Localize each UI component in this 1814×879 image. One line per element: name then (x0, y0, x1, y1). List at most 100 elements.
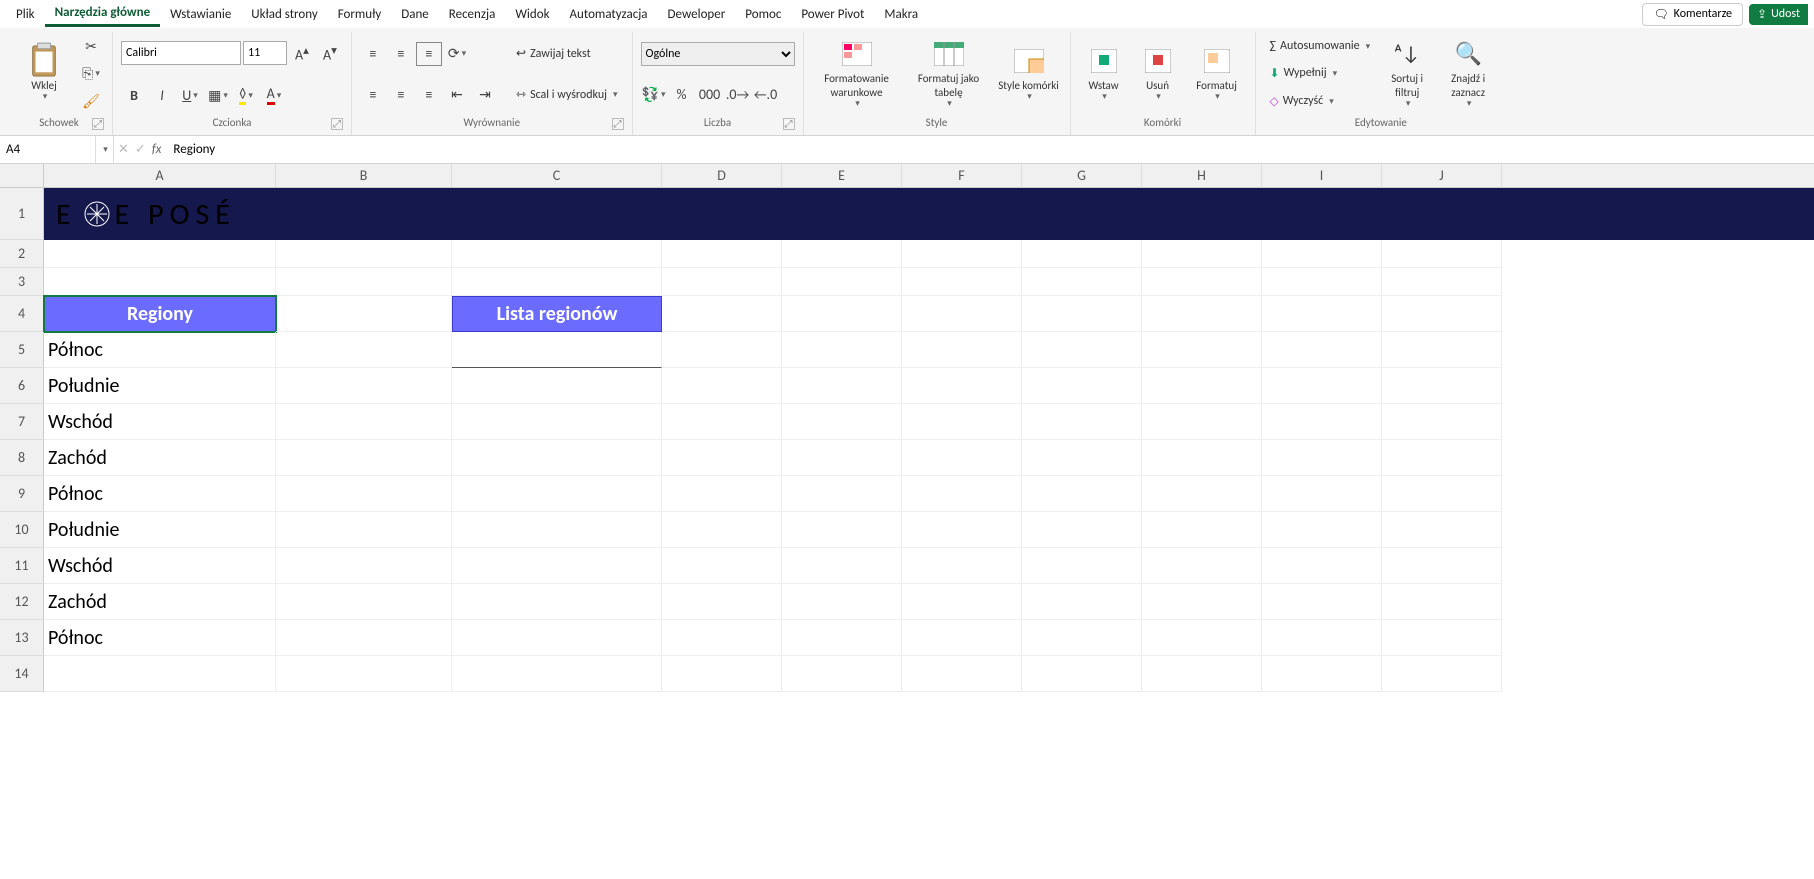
cell[interactable] (782, 440, 902, 476)
formula-input[interactable] (165, 136, 1814, 163)
row-header-4[interactable]: 4 (0, 296, 44, 332)
tab-dane[interactable]: Dane (391, 3, 439, 26)
cell[interactable] (662, 440, 782, 476)
row-header-7[interactable]: 7 (0, 404, 44, 440)
enter-formula-icon[interactable]: ✓ (135, 142, 146, 157)
align-right-button[interactable]: ≡ (416, 83, 442, 107)
cell[interactable] (902, 368, 1022, 404)
fill-button[interactable]: ⬇Wypełnij▾ (1264, 64, 1377, 83)
tab-wstawianie[interactable]: Wstawianie (160, 3, 241, 26)
cell[interactable] (276, 620, 452, 656)
comma-button[interactable]: 000 (697, 83, 723, 107)
cell[interactable] (452, 512, 662, 548)
percent-button[interactable]: % (669, 83, 695, 107)
currency-button[interactable]: 💱▾ (641, 83, 667, 107)
cell[interactable] (1382, 620, 1502, 656)
cell[interactable]: Zachód (44, 584, 276, 620)
tab-power-pivot[interactable]: Power Pivot (791, 3, 874, 26)
font-name-input[interactable] (121, 41, 241, 65)
cell[interactable] (902, 240, 1022, 268)
copy-button[interactable]: ⎘▾ (78, 62, 104, 86)
cell[interactable] (1382, 368, 1502, 404)
col-header-g[interactable]: G (1022, 164, 1142, 187)
cell[interactable] (1382, 548, 1502, 584)
tab-makra[interactable]: Makra (874, 3, 928, 26)
col-header-i[interactable]: I (1262, 164, 1382, 187)
cell[interactable] (782, 656, 902, 692)
cut-button[interactable]: ✂ (78, 35, 104, 59)
cancel-formula-icon[interactable]: ✕ (118, 142, 129, 157)
cell[interactable] (1022, 268, 1142, 296)
alignment-launcher[interactable]: ⤢ (612, 118, 624, 130)
cell[interactable] (276, 240, 452, 268)
cell[interactable] (1022, 404, 1142, 440)
cell[interactable] (276, 476, 452, 512)
cell[interactable] (1382, 512, 1502, 548)
cell[interactable] (662, 240, 782, 268)
cell[interactable] (782, 620, 902, 656)
align-left-button[interactable]: ≡ (360, 83, 386, 107)
cell[interactable] (1142, 584, 1262, 620)
cell[interactable] (782, 268, 902, 296)
decrease-decimal-button[interactable]: ←.0 (753, 83, 779, 107)
cell[interactable] (452, 240, 662, 268)
cell[interactable] (1142, 332, 1262, 368)
format-as-table-button[interactable]: Formatuj jako tabelę▾ (906, 34, 992, 113)
sort-filter-button[interactable]: ᴬ↓ Sortuj i filtruj▾ (1380, 34, 1434, 113)
cell[interactable] (782, 476, 902, 512)
cell[interactable] (276, 440, 452, 476)
italic-button[interactable]: I (149, 83, 175, 107)
cell[interactable]: Zachód (44, 440, 276, 476)
cell[interactable] (452, 584, 662, 620)
increase-indent-button[interactable]: ⇥ (472, 83, 498, 107)
row-header-11[interactable]: 11 (0, 548, 44, 584)
orientation-button[interactable]: ⟳▾ (444, 42, 470, 66)
row-header-2[interactable]: 2 (0, 240, 44, 268)
number-format-select[interactable]: Ogólne (641, 42, 795, 66)
name-box[interactable] (0, 136, 96, 163)
decrease-font-button[interactable]: A▾ (317, 41, 343, 65)
cell[interactable] (662, 268, 782, 296)
cell[interactable] (662, 404, 782, 440)
cell[interactable] (902, 268, 1022, 296)
cell[interactable] (44, 656, 276, 692)
autosum-button[interactable]: ∑Autosumowanie▾ (1264, 37, 1377, 55)
cell[interactable] (902, 584, 1022, 620)
wrap-text-button[interactable]: ↩Zawijaj tekst (510, 44, 624, 63)
tab-pomoc[interactable]: Pomoc (735, 3, 791, 26)
cell[interactable] (1022, 656, 1142, 692)
cell[interactable] (1022, 512, 1142, 548)
cell[interactable] (902, 296, 1022, 332)
borders-button[interactable]: ▦▾ (205, 83, 231, 107)
cell[interactable] (902, 620, 1022, 656)
cell[interactable] (1142, 512, 1262, 548)
cell[interactable] (276, 296, 452, 332)
font-size-input[interactable] (243, 41, 287, 65)
align-center-button[interactable]: ≡ (388, 83, 414, 107)
cell[interactable] (1142, 548, 1262, 584)
cell[interactable] (1262, 404, 1382, 440)
cell[interactable] (276, 368, 452, 404)
format-painter-button[interactable]: 🖌 (78, 89, 104, 113)
cell[interactable] (1382, 440, 1502, 476)
cell[interactable] (902, 332, 1022, 368)
fill-color-button[interactable]: ◊▾ (233, 83, 259, 107)
cell[interactable] (662, 620, 782, 656)
cell[interactable] (902, 440, 1022, 476)
cell[interactable] (782, 584, 902, 620)
cell[interactable] (1382, 240, 1502, 268)
row-header-8[interactable]: 8 (0, 440, 44, 476)
cell[interactable] (662, 584, 782, 620)
underline-button[interactable]: U▾ (177, 83, 203, 107)
row-header-13[interactable]: 13 (0, 620, 44, 656)
cell-styles-button[interactable]: Style komórki▾ (996, 41, 1062, 107)
cell[interactable]: Południe (44, 368, 276, 404)
cell[interactable] (902, 476, 1022, 512)
col-header-a[interactable]: A (44, 164, 276, 187)
cell[interactable] (1382, 268, 1502, 296)
cell[interactable] (1262, 620, 1382, 656)
col-header-c[interactable]: C (452, 164, 662, 187)
cell[interactable] (1022, 368, 1142, 404)
cell[interactable] (662, 548, 782, 584)
row-header-5[interactable]: 5 (0, 332, 44, 368)
